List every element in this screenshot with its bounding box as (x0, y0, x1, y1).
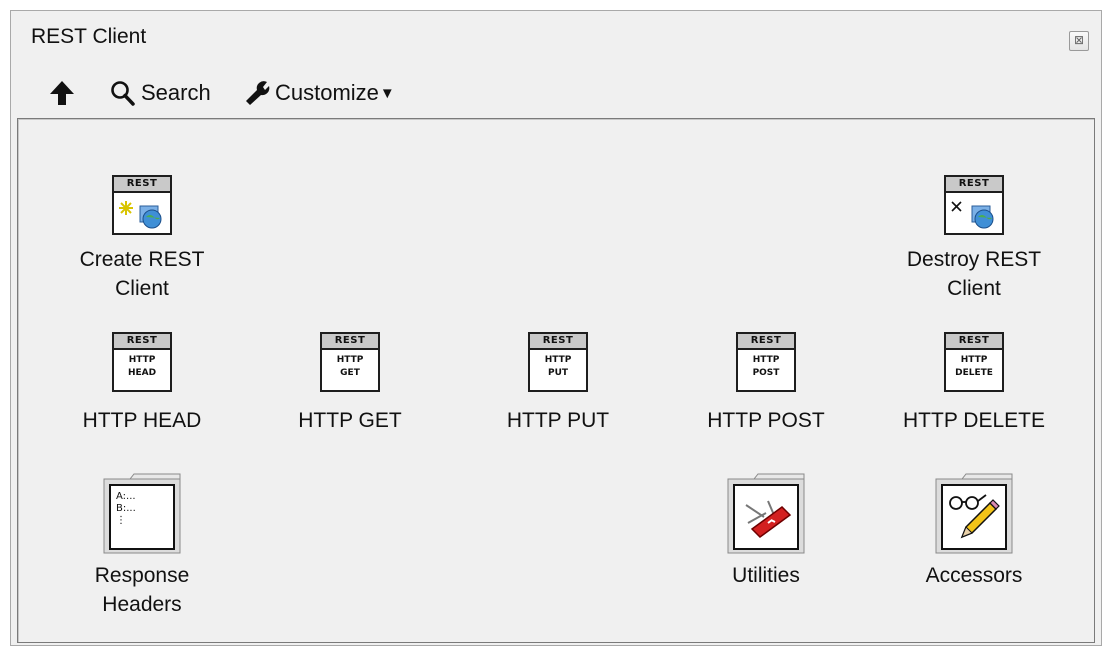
close-icon: ⊠ (1073, 33, 1085, 47)
response-headers-label-line2: Headers (102, 593, 182, 616)
http-delete-label: HTTP DELETE (903, 409, 1045, 432)
response-headers-label-line1: Response (94, 564, 190, 587)
http-head-label: HTTP HEAD (82, 409, 202, 432)
customize-button[interactable]: Customize ▼ (243, 76, 395, 110)
header-list-icon: A:... B:... ⋮ (116, 491, 136, 527)
rest-badge: REST (946, 334, 1002, 350)
search-button[interactable]: Search (109, 76, 211, 110)
http-post-vi[interactable]: REST HTTP POST HTTP POST (678, 332, 854, 435)
rest-badge: REST (322, 334, 378, 350)
create-rest-client-vi[interactable]: REST Create REST Client (54, 175, 230, 303)
http-post-icon: REST HTTP POST (736, 332, 796, 392)
window-title: REST Client (31, 25, 147, 48)
http-head-icon: REST HTTP HEAD (112, 332, 172, 392)
folder-icon (934, 471, 1014, 555)
http-get-icon-line2: GET (340, 368, 360, 378)
response-headers-folder[interactable]: A:... B:... ⋮ Response Headers (54, 471, 230, 619)
close-button[interactable]: ⊠ (1069, 31, 1089, 51)
palette-toolbar: Search Customize ▼ (11, 71, 1101, 115)
destroy-rest-client-label-line2: Client (947, 277, 1001, 300)
http-post-icon-line1: HTTP (752, 355, 780, 365)
http-get-icon-line1: HTTP (336, 355, 364, 365)
http-delete-vi[interactable]: REST HTTP DELETE HTTP DELETE (886, 332, 1062, 435)
header-list-line-b: B:... (116, 503, 136, 514)
http-get-label: HTTP GET (298, 409, 402, 432)
customize-label: Customize (275, 80, 379, 105)
create-rest-client-label-line2: Client (115, 277, 169, 300)
glasses-pencil-icon (949, 494, 1000, 539)
header-list-line-more: ⋮ (116, 515, 126, 526)
globe-delete-icon (951, 201, 994, 229)
up-button[interactable] (49, 76, 75, 110)
destroy-rest-client-icon: REST (944, 175, 1004, 235)
http-put-label: HTTP PUT (506, 409, 610, 432)
http-head-icon-line2: HEAD (127, 368, 157, 378)
arrow-up-icon (50, 81, 74, 105)
search-label: Search (141, 80, 211, 105)
create-rest-client-label-line1: Create REST (79, 248, 205, 271)
title-bar: REST Client ⊠ (11, 11, 1101, 61)
http-put-icon: REST HTTP PUT (528, 332, 588, 392)
rest-badge: REST (738, 334, 794, 350)
rest-badge: REST (114, 177, 170, 193)
palette-panel: REST Create REST Client REST Destroy RES… (17, 118, 1095, 643)
accessors-label: Accessors (925, 564, 1023, 587)
destroy-rest-client-label-line1: Destroy REST (906, 248, 1042, 271)
utilities-label: Utilities (732, 564, 800, 587)
wrench-icon (246, 81, 270, 105)
search-icon (111, 81, 135, 106)
http-head-icon-line1: HTTP (128, 355, 156, 365)
http-put-icon-line1: HTTP (544, 355, 572, 365)
http-put-vi[interactable]: REST HTTP PUT HTTP PUT (470, 332, 646, 435)
chevron-down-icon: ▼ (379, 84, 395, 102)
http-put-icon-line2: PUT (547, 368, 569, 378)
folder-icon (726, 471, 806, 555)
pocket-knife-icon (745, 500, 792, 538)
rest-badge: REST (530, 334, 586, 350)
http-post-label: HTTP POST (707, 409, 825, 432)
accessors-folder[interactable]: Accessors (886, 471, 1062, 590)
destroy-rest-client-vi[interactable]: REST Destroy REST Client (886, 175, 1062, 303)
header-list-line-a: A:... (116, 491, 136, 502)
rest-client-window: REST Client ⊠ Search Customize ▼ REST Cr… (10, 10, 1102, 646)
http-delete-icon-line1: HTTP (960, 355, 988, 365)
http-get-icon: REST HTTP GET (320, 332, 380, 392)
http-post-icon-line2: POST (752, 368, 780, 378)
globe-sparkle-icon (119, 201, 162, 229)
rest-badge: REST (946, 177, 1002, 193)
create-rest-client-icon: REST (112, 175, 172, 235)
http-get-vi[interactable]: REST HTTP GET HTTP GET (262, 332, 438, 435)
folder-icon: A:... B:... ⋮ (102, 471, 182, 555)
utilities-folder[interactable]: Utilities (678, 471, 854, 590)
http-head-vi[interactable]: REST HTTP HEAD HTTP HEAD (54, 332, 230, 435)
http-delete-icon-line2: DELETE (955, 368, 993, 378)
http-delete-icon: REST HTTP DELETE (944, 332, 1004, 392)
rest-badge: REST (114, 334, 170, 350)
